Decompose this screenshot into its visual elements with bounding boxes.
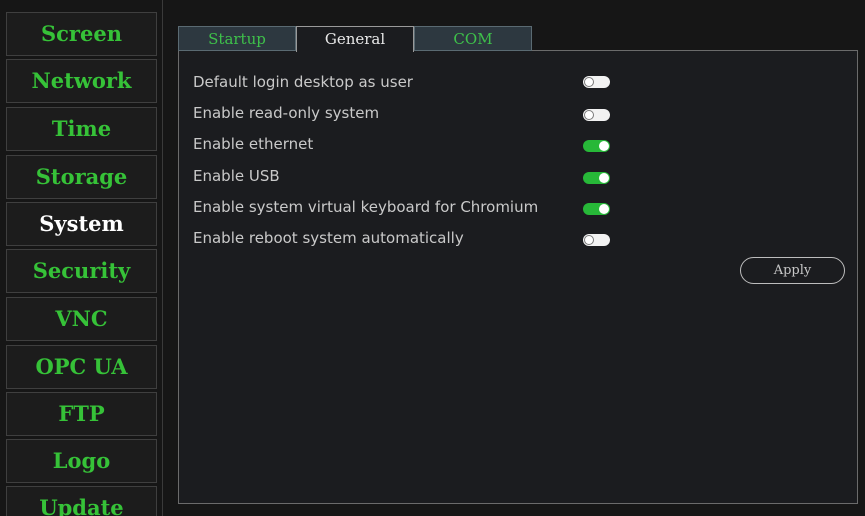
sidebar-item-time[interactable]: Time: [6, 107, 157, 151]
toggle-knob: [584, 110, 594, 120]
toggle-read-only[interactable]: [583, 109, 610, 121]
tab-startup[interactable]: Startup: [178, 26, 296, 51]
sidebar-item-system[interactable]: System: [6, 202, 157, 246]
setting-label-usb: Enable USB: [193, 167, 280, 185]
sidebar-item-storage[interactable]: Storage: [6, 155, 157, 199]
sidebar-item-logo[interactable]: Logo: [6, 439, 157, 483]
toggle-virtual-keyboard[interactable]: [583, 203, 610, 215]
sidebar-item-vnc[interactable]: VNC: [6, 297, 157, 341]
toggle-knob: [599, 204, 609, 214]
setting-label-virtual-keyboard: Enable system virtual keyboard for Chrom…: [193, 198, 539, 216]
tab-general[interactable]: General: [296, 26, 414, 52]
toggle-ethernet[interactable]: [583, 140, 610, 152]
toggle-knob: [599, 173, 609, 183]
setting-label-read-only: Enable read-only system: [193, 104, 380, 122]
toggle-knob: [584, 235, 594, 245]
toggle-default-login[interactable]: [583, 76, 610, 88]
toggle-reboot-auto[interactable]: [583, 234, 610, 246]
setting-label-default-login: Default login desktop as user: [193, 73, 413, 91]
sidebar-item-screen[interactable]: Screen: [6, 12, 157, 56]
tab-com[interactable]: COM: [414, 26, 532, 51]
apply-button[interactable]: Apply: [740, 257, 845, 284]
setting-label-reboot-auto: Enable reboot system automatically: [193, 229, 464, 247]
sidebar-item-update[interactable]: Update: [6, 486, 157, 516]
sidebar-item-security[interactable]: Security: [6, 249, 157, 293]
toggle-knob: [599, 141, 609, 151]
toggle-usb[interactable]: [583, 172, 610, 184]
sidebar-item-opc-ua[interactable]: OPC UA: [6, 345, 157, 389]
sidebar-item-network[interactable]: Network: [6, 59, 157, 103]
sidebar-item-ftp[interactable]: FTP: [6, 392, 157, 436]
toggle-knob: [584, 77, 594, 87]
setting-label-ethernet: Enable ethernet: [193, 135, 314, 153]
sidebar: Screen Network Time Storage System Secur…: [0, 0, 163, 516]
